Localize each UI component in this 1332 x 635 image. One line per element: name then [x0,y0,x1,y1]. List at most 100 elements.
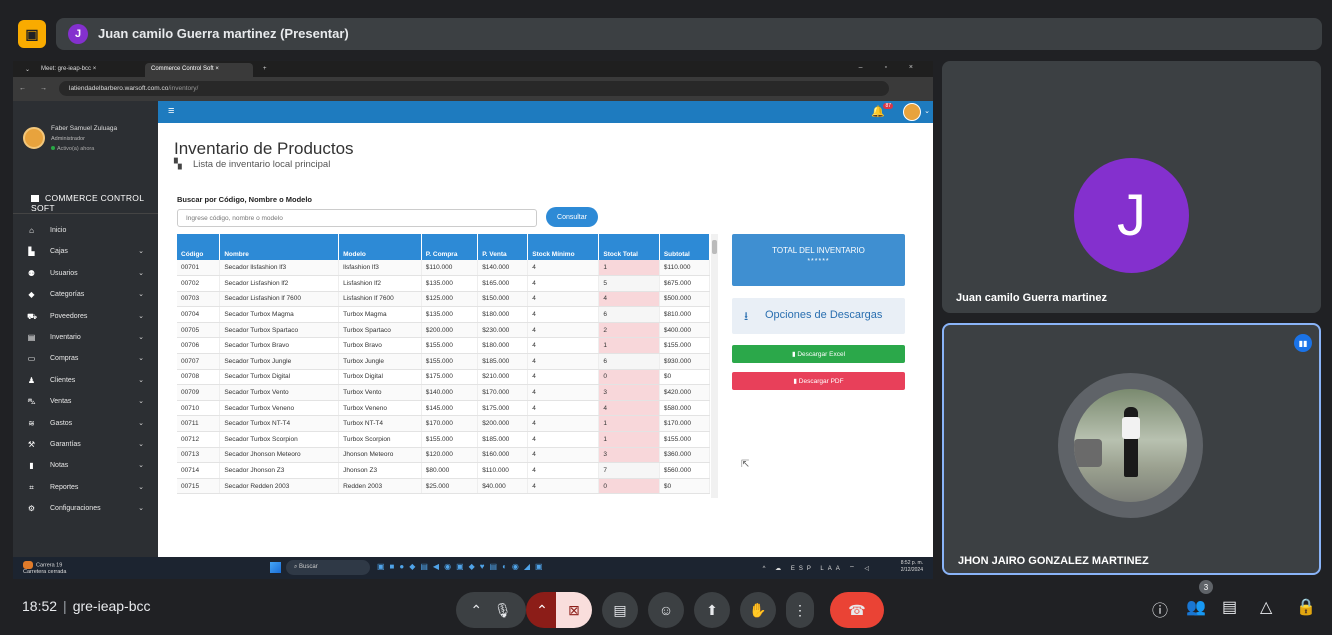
present-button[interactable]: ⬆ [694,592,730,628]
table-cell: $80.000 [421,462,479,479]
total-inventory-card: TOTAL DEL INVENTARIO ****** [732,234,905,286]
raise-hand-button[interactable]: ✋ [740,592,776,628]
mic-control[interactable]: ⌃ 🎙 [456,592,526,628]
table-cell: 4 [527,353,600,370]
stop-presenting-icon[interactable]: ▣ [18,20,46,48]
table-cell: Turbox Vento [338,384,422,401]
sidebar-item-inicio[interactable]: ⌂ Inicio [13,221,158,242]
sidebar-item-poveedores[interactable]: ⛟ Poveedores ⌄ [13,307,158,328]
sidebar-item-clientes[interactable]: ♟ Clientes ⌄ [13,371,158,392]
tab-commerce[interactable]: Commerce Control Soft × [145,63,253,77]
tray-clock[interactable]: 8:52 p. m. 2/12/2024 [901,560,923,574]
info-icon[interactable]: ⓘ [1152,597,1168,621]
search-input[interactable] [177,209,537,227]
brand[interactable]: COMMERCE CONTROL SOFT [31,193,158,213]
table-cell: 5 [598,275,660,292]
participant-tile-active[interactable]: ▮▮ JHON JAIRO GONZALEZ MARTINEZ [942,323,1321,575]
download-excel-button[interactable]: ▮ Descargar Excel [732,345,905,363]
sidebar-item-reportes[interactable]: ⌗ Reportes ⌄ [13,478,158,499]
url-host: latiendadelbarbero.warsoft.com.co [69,85,169,92]
mic-icon[interactable]: 🎙 [494,602,512,619]
table-cell: $170.000 [421,415,479,433]
chevron-down-icon: ⌄ [138,398,144,406]
more-options-button[interactable]: ⋮ [786,592,814,628]
status-dot-icon [51,146,55,150]
window-controls[interactable]: – ▫ × [859,64,923,71]
host-controls-icon[interactable]: 🔒 [1296,597,1316,617]
end-call-button[interactable]: ☎ [830,592,884,628]
presentation-bar: ▣ J Juan camilo Guerra martinez (Present… [8,14,1322,54]
table-cell: $675.000 [659,275,711,292]
table-cell: 00710 [177,400,221,417]
table-cell: $155.000 [659,337,711,355]
participant-tile[interactable]: J Juan camilo Guerra martinez [942,61,1321,313]
chevron-down-icon[interactable]: ⌄ [924,107,930,115]
activities-icon[interactable]: △ [1260,597,1272,617]
column-header[interactable]: Stock Mínimo [527,234,600,260]
app-sidebar: Faber Samuel Zuluaga Administrador Activ… [13,101,158,557]
table-row: 00703 Secador Lisfashion lf 7600 Lisfashio… [177,291,711,308]
sidebar-item-ventas[interactable]: ⛍ Ventas ⌄ [13,392,158,413]
people-icon[interactable]: 👥 [1186,597,1206,617]
hamburger-icon[interactable]: ≡ [168,106,174,117]
tray-icons[interactable]: ^ ☁ ESP LAA ⌔ ◁ [763,564,873,572]
table-cell: 0 [598,478,660,495]
participant-name: Juan camilo Guerra martinez [956,292,1107,304]
divider [13,213,158,214]
url-field[interactable]: latiendadelbarbero.warsoft.com.co/invent… [59,81,889,96]
header-avatar[interactable] [903,103,921,121]
table-cell: $140.000 [421,384,479,401]
sidebar-item-notas[interactable]: ▮ Notas ⌄ [13,456,158,477]
tab-meet[interactable]: Meet: gre-ieap-bcc × [35,63,143,77]
weather-widget[interactable]: Carrera 19 Carretera cerrada [23,561,66,576]
sidebar-item-label: Garantías [50,440,81,448]
sidebar-item-label: Cajas [50,248,68,256]
tab-list-icon[interactable]: ⌄ [19,63,36,77]
table-cell: 6 [598,353,660,370]
scroll-thumb[interactable] [712,240,717,254]
sidebar-item-compras[interactable]: ▭ Compras ⌄ [13,349,158,370]
table-cell: Redden 2003 [338,478,422,495]
column-header[interactable]: Modelo [338,234,422,260]
camera-off-button[interactable]: ⊠ [556,592,592,628]
chevron-up-icon[interactable]: ⌃ [470,602,482,619]
table-cell: Turbox NT-T4 [338,415,422,433]
column-header[interactable]: Código [177,234,221,260]
taskbar-apps[interactable]: ▣■●◆▤◀◉▣◆♥▤◐◉◢▣ [377,562,548,571]
sidebar-item-usuarios[interactable]: ⚉ Usuarios ⌄ [13,264,158,285]
sidebar-item-gastos[interactable]: ≋ Gastos ⌄ [13,414,158,435]
chevron-down-icon: ⌄ [138,248,144,256]
windows-start-icon[interactable] [270,562,281,573]
column-header[interactable]: P. Venta [477,234,529,260]
sidebar-item-categorías[interactable]: ◆ Categorías ⌄ [13,285,158,306]
sidebar-item-label: Notas [50,462,69,470]
table-cell: 00704 [177,306,221,323]
table-cell: Secador Turbox Spartaco [219,322,340,339]
download-pdf-button[interactable]: ▮ Descargar PDF [732,372,905,390]
app-header: ≡ 🔔 87 ⌄ [158,101,933,123]
table-cell: 1 [598,431,660,448]
table-cell: $400.000 [659,322,711,339]
note-icon: ▮ [29,461,34,471]
chat-icon[interactable]: ▤ [1222,597,1237,617]
camera-options-button[interactable]: ⌃ [526,592,558,628]
sidebar-item-label: Ventas [50,398,72,406]
consultar-button[interactable]: Consultar [546,207,598,227]
captions-button[interactable]: ▤ [602,592,638,628]
sidebar-item-cajas[interactable]: ▙ Cajas ⌄ [13,242,158,263]
column-header[interactable]: P. Compra [421,234,479,260]
sidebar-item-garantías[interactable]: ⚒ Garantías ⌄ [13,435,158,456]
more-vert-icon: ⋮ [793,601,807,618]
table-cell: Turbox Veneno [338,400,422,417]
column-header[interactable]: Subtotal [659,234,711,260]
table-scrollbar[interactable] [711,234,718,498]
table-cell: $165.000 [477,275,529,292]
table-cell: Lisfashion lf 7600 [338,291,422,308]
reactions-button[interactable]: ☺ [648,592,684,628]
taskbar-search[interactable]: ⌕ Buscar [286,560,370,575]
column-header[interactable]: Stock Total [598,234,660,260]
sidebar-item-inventario[interactable]: ▤ Inventario ⌄ [13,328,158,349]
sidebar-item-configuraciones[interactable]: ⚙ Configuraciones ⌄ [13,499,158,520]
column-header[interactable]: Nombre [219,234,340,260]
new-tab-icon[interactable]: + [257,63,273,77]
